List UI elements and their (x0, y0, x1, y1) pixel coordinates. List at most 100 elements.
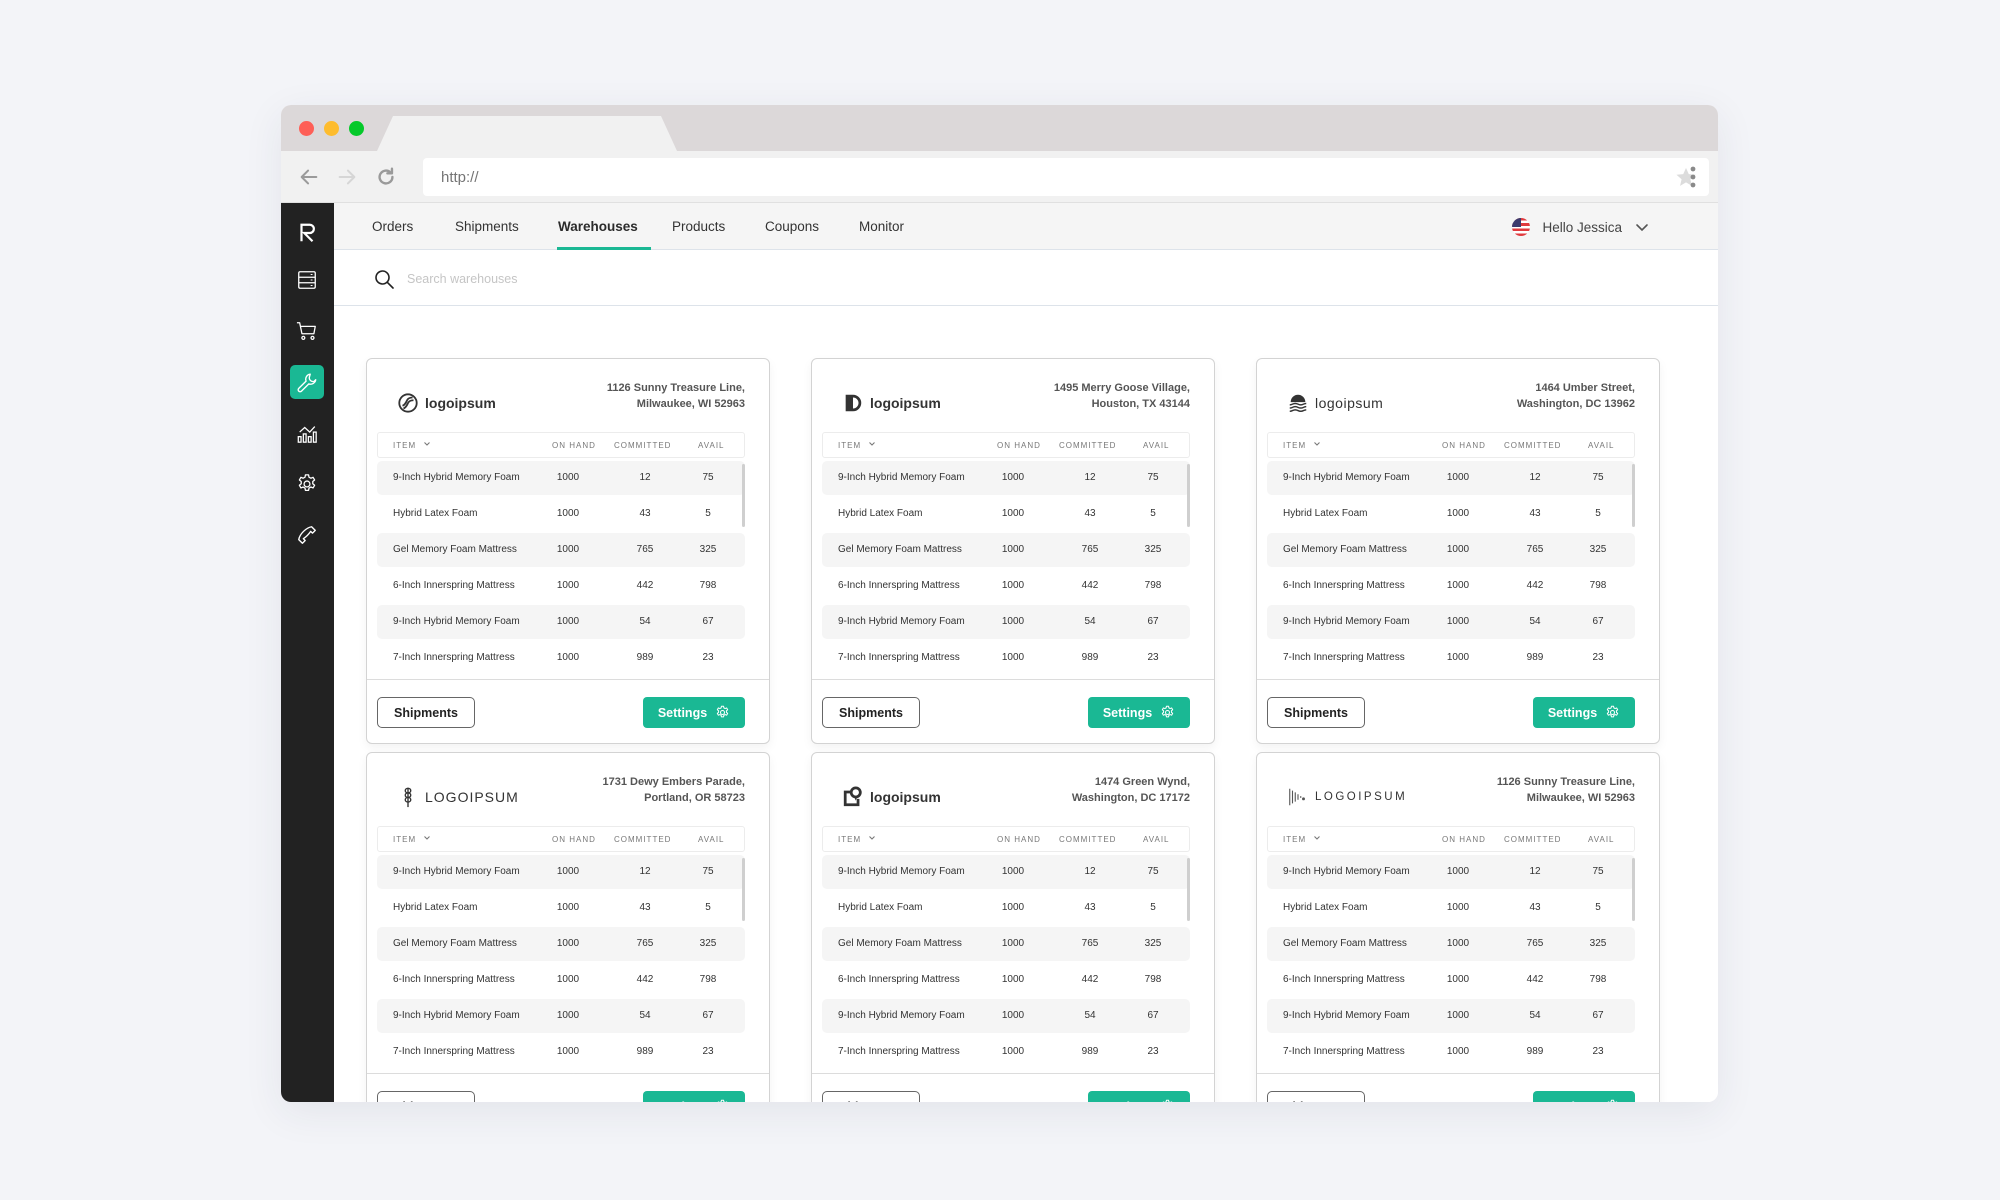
avail-cell: 5 (705, 508, 711, 519)
settings-button[interactable]: Settings (643, 1091, 745, 1102)
tab-orders[interactable]: Orders (372, 203, 413, 250)
table-row[interactable]: 7-Inch Innerspring Mattress 1000 989 23 (822, 641, 1190, 675)
table-row[interactable]: Gel Memory Foam Mattress 1000 765 325 (822, 927, 1190, 961)
table-row[interactable]: 9-Inch Hybrid Memory Foam 1000 12 75 (1267, 461, 1635, 495)
table-row[interactable]: Gel Memory Foam Mattress 1000 765 325 (822, 533, 1190, 567)
table-row[interactable]: 9-Inch Hybrid Memory Foam 1000 54 67 (377, 999, 745, 1033)
column-header-item[interactable]: ITEM (393, 433, 431, 458)
table-row[interactable]: 6-Inch Innerspring Mattress 1000 442 798 (822, 963, 1190, 997)
table-row[interactable]: Gel Memory Foam Mattress 1000 765 325 (1267, 927, 1635, 961)
minimize-window-button[interactable] (324, 121, 339, 136)
tab-products[interactable]: Products (672, 203, 725, 250)
settings-button[interactable]: Settings (1088, 697, 1190, 728)
browser-tab[interactable] (377, 116, 677, 151)
column-header-item[interactable]: ITEM (1283, 433, 1321, 458)
shipments-button[interactable]: Shipments (822, 697, 920, 728)
table-row[interactable]: Gel Memory Foam Mattress 1000 765 325 (377, 533, 745, 567)
column-header-item[interactable]: ITEM (1283, 827, 1321, 852)
table-scrollbar[interactable] (742, 858, 745, 921)
table-row[interactable]: 9-Inch Hybrid Memory Foam 1000 54 67 (822, 999, 1190, 1033)
table-row[interactable]: 6-Inch Innerspring Mattress 1000 442 798 (377, 963, 745, 997)
column-header-item[interactable]: ITEM (838, 827, 876, 852)
shipments-button[interactable]: Shipments (1267, 697, 1365, 728)
maximize-window-button[interactable] (349, 121, 364, 136)
settings-button[interactable]: Settings (1533, 697, 1635, 728)
table-row[interactable]: Hybrid Latex Foam 1000 43 5 (377, 497, 745, 531)
user-menu[interactable]: Hello Jessica (1512, 216, 1650, 238)
table-scrollbar[interactable] (1632, 464, 1635, 527)
item-name-cell: Hybrid Latex Foam (393, 902, 478, 913)
table-row[interactable]: Hybrid Latex Foam 1000 43 5 (822, 891, 1190, 925)
shipments-button[interactable]: Shipments (377, 1091, 475, 1102)
kebab-menu-icon[interactable] (1690, 166, 1696, 188)
sidebar-item-analytics[interactable] (290, 416, 324, 450)
table-row[interactable]: Gel Memory Foam Mattress 1000 765 325 (377, 927, 745, 961)
address-line-1: 1126 Sunny Treasure Line, (606, 382, 745, 394)
table-row[interactable]: 6-Inch Innerspring Mattress 1000 442 798 (822, 569, 1190, 603)
address-bar[interactable] (423, 158, 1709, 196)
forward-button[interactable] (333, 163, 361, 191)
sidebar-item-support[interactable] (290, 518, 324, 552)
table-row[interactable]: 7-Inch Innerspring Mattress 1000 989 23 (377, 641, 745, 675)
sidebar-item-tools[interactable] (290, 365, 324, 399)
close-window-button[interactable] (299, 121, 314, 136)
shipments-button[interactable]: Shipments (1267, 1091, 1365, 1102)
sidebar-item-settings[interactable] (290, 467, 324, 501)
table-scrollbar[interactable] (1632, 858, 1635, 921)
table-row[interactable]: Hybrid Latex Foam 1000 43 5 (1267, 497, 1635, 531)
table-row[interactable]: 9-Inch Hybrid Memory Foam 1000 54 67 (1267, 605, 1635, 639)
table-row[interactable]: 9-Inch Hybrid Memory Foam 1000 12 75 (822, 461, 1190, 495)
table-row[interactable]: 6-Inch Innerspring Mattress 1000 442 798 (1267, 963, 1635, 997)
item-name-cell: Gel Memory Foam Mattress (1283, 544, 1407, 555)
table-row[interactable]: 9-Inch Hybrid Memory Foam 1000 12 75 (1267, 855, 1635, 889)
table-header: ITEM ON HAND COMMITTED AVAIL (377, 432, 745, 458)
back-arrow-icon (300, 169, 318, 185)
table-row[interactable]: 9-Inch Hybrid Memory Foam 1000 54 67 (822, 605, 1190, 639)
sidebar-item-inventory[interactable] (290, 263, 324, 297)
on-hand-cell: 1000 (556, 508, 580, 519)
table-row[interactable]: Hybrid Latex Foam 1000 43 5 (822, 497, 1190, 531)
search-input[interactable] (407, 265, 1007, 293)
url-input[interactable] (441, 158, 1621, 196)
table-row[interactable]: 9-Inch Hybrid Memory Foam 1000 12 75 (377, 855, 745, 889)
sidebar-item-logo[interactable] (290, 216, 324, 250)
settings-button[interactable]: Settings (1533, 1091, 1635, 1102)
table-scrollbar[interactable] (1187, 464, 1190, 527)
table-row[interactable]: Hybrid Latex Foam 1000 43 5 (1267, 891, 1635, 925)
tab-monitor[interactable]: Monitor (859, 203, 904, 250)
settings-button[interactable]: Settings (1088, 1091, 1190, 1102)
phone-icon (298, 526, 316, 544)
settings-button[interactable]: Settings (643, 697, 745, 728)
table-row[interactable]: 7-Inch Innerspring Mattress 1000 989 23 (822, 1035, 1190, 1069)
table-row[interactable]: Hybrid Latex Foam 1000 43 5 (377, 891, 745, 925)
column-header-item[interactable]: ITEM (393, 827, 431, 852)
table-scrollbar[interactable] (742, 464, 745, 527)
table-row[interactable]: 6-Inch Innerspring Mattress 1000 442 798 (1267, 569, 1635, 603)
reload-button[interactable] (372, 163, 400, 191)
table-row[interactable]: 7-Inch Innerspring Mattress 1000 989 23 (377, 1035, 745, 1069)
settings-button-label: Settings (657, 705, 708, 720)
back-button[interactable] (295, 163, 323, 191)
column-header-item[interactable]: ITEM (838, 433, 876, 458)
tab-coupons[interactable]: Coupons (765, 203, 819, 250)
warehouse-logo: logoipsum (842, 783, 941, 811)
tab-shipments[interactable]: Shipments (455, 203, 519, 250)
table-row[interactable]: 9-Inch Hybrid Memory Foam 1000 54 67 (377, 605, 745, 639)
browser-window: Orders Shipments Warehouses Products Cou… (281, 105, 1718, 1102)
item-name-cell: Gel Memory Foam Mattress (838, 544, 962, 555)
table-scrollbar[interactable] (1187, 858, 1190, 921)
avail-cell: 75 (702, 866, 714, 877)
shipments-button[interactable]: Shipments (822, 1091, 920, 1102)
table-row[interactable]: 6-Inch Innerspring Mattress 1000 442 798 (377, 569, 745, 603)
table-row[interactable]: 9-Inch Hybrid Memory Foam 1000 12 75 (377, 461, 745, 495)
card-footer: Shipments Settings (367, 679, 769, 743)
gear-icon (1162, 1099, 1173, 1102)
table-row[interactable]: 7-Inch Innerspring Mattress 1000 989 23 (1267, 641, 1635, 675)
tab-warehouses[interactable]: Warehouses (557, 203, 651, 250)
table-row[interactable]: 9-Inch Hybrid Memory Foam 1000 54 67 (1267, 999, 1635, 1033)
table-row[interactable]: Gel Memory Foam Mattress 1000 765 325 (1267, 533, 1635, 567)
sidebar-item-cart[interactable] (290, 314, 324, 348)
table-row[interactable]: 7-Inch Innerspring Mattress 1000 989 23 (1267, 1035, 1635, 1069)
table-row[interactable]: 9-Inch Hybrid Memory Foam 1000 12 75 (822, 855, 1190, 889)
shipments-button[interactable]: Shipments (377, 697, 475, 728)
